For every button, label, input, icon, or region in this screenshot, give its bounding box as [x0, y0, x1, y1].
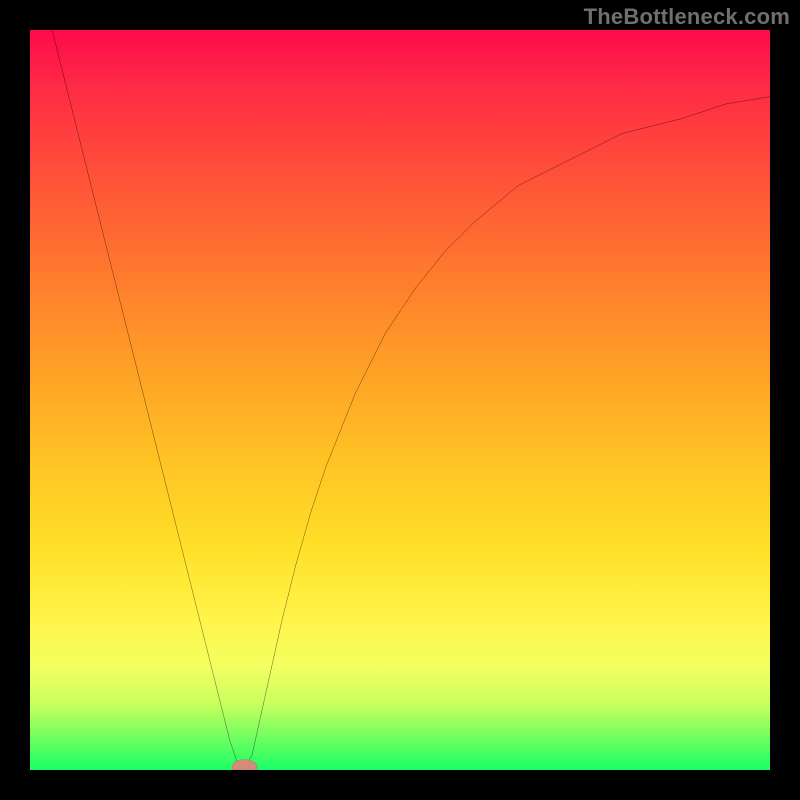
chart-overlay [30, 30, 770, 770]
watermark-text: TheBottleneck.com [584, 4, 790, 30]
bottleneck-curve [30, 30, 770, 768]
minimum-marker [232, 760, 257, 770]
outer-frame: TheBottleneck.com [0, 0, 800, 800]
